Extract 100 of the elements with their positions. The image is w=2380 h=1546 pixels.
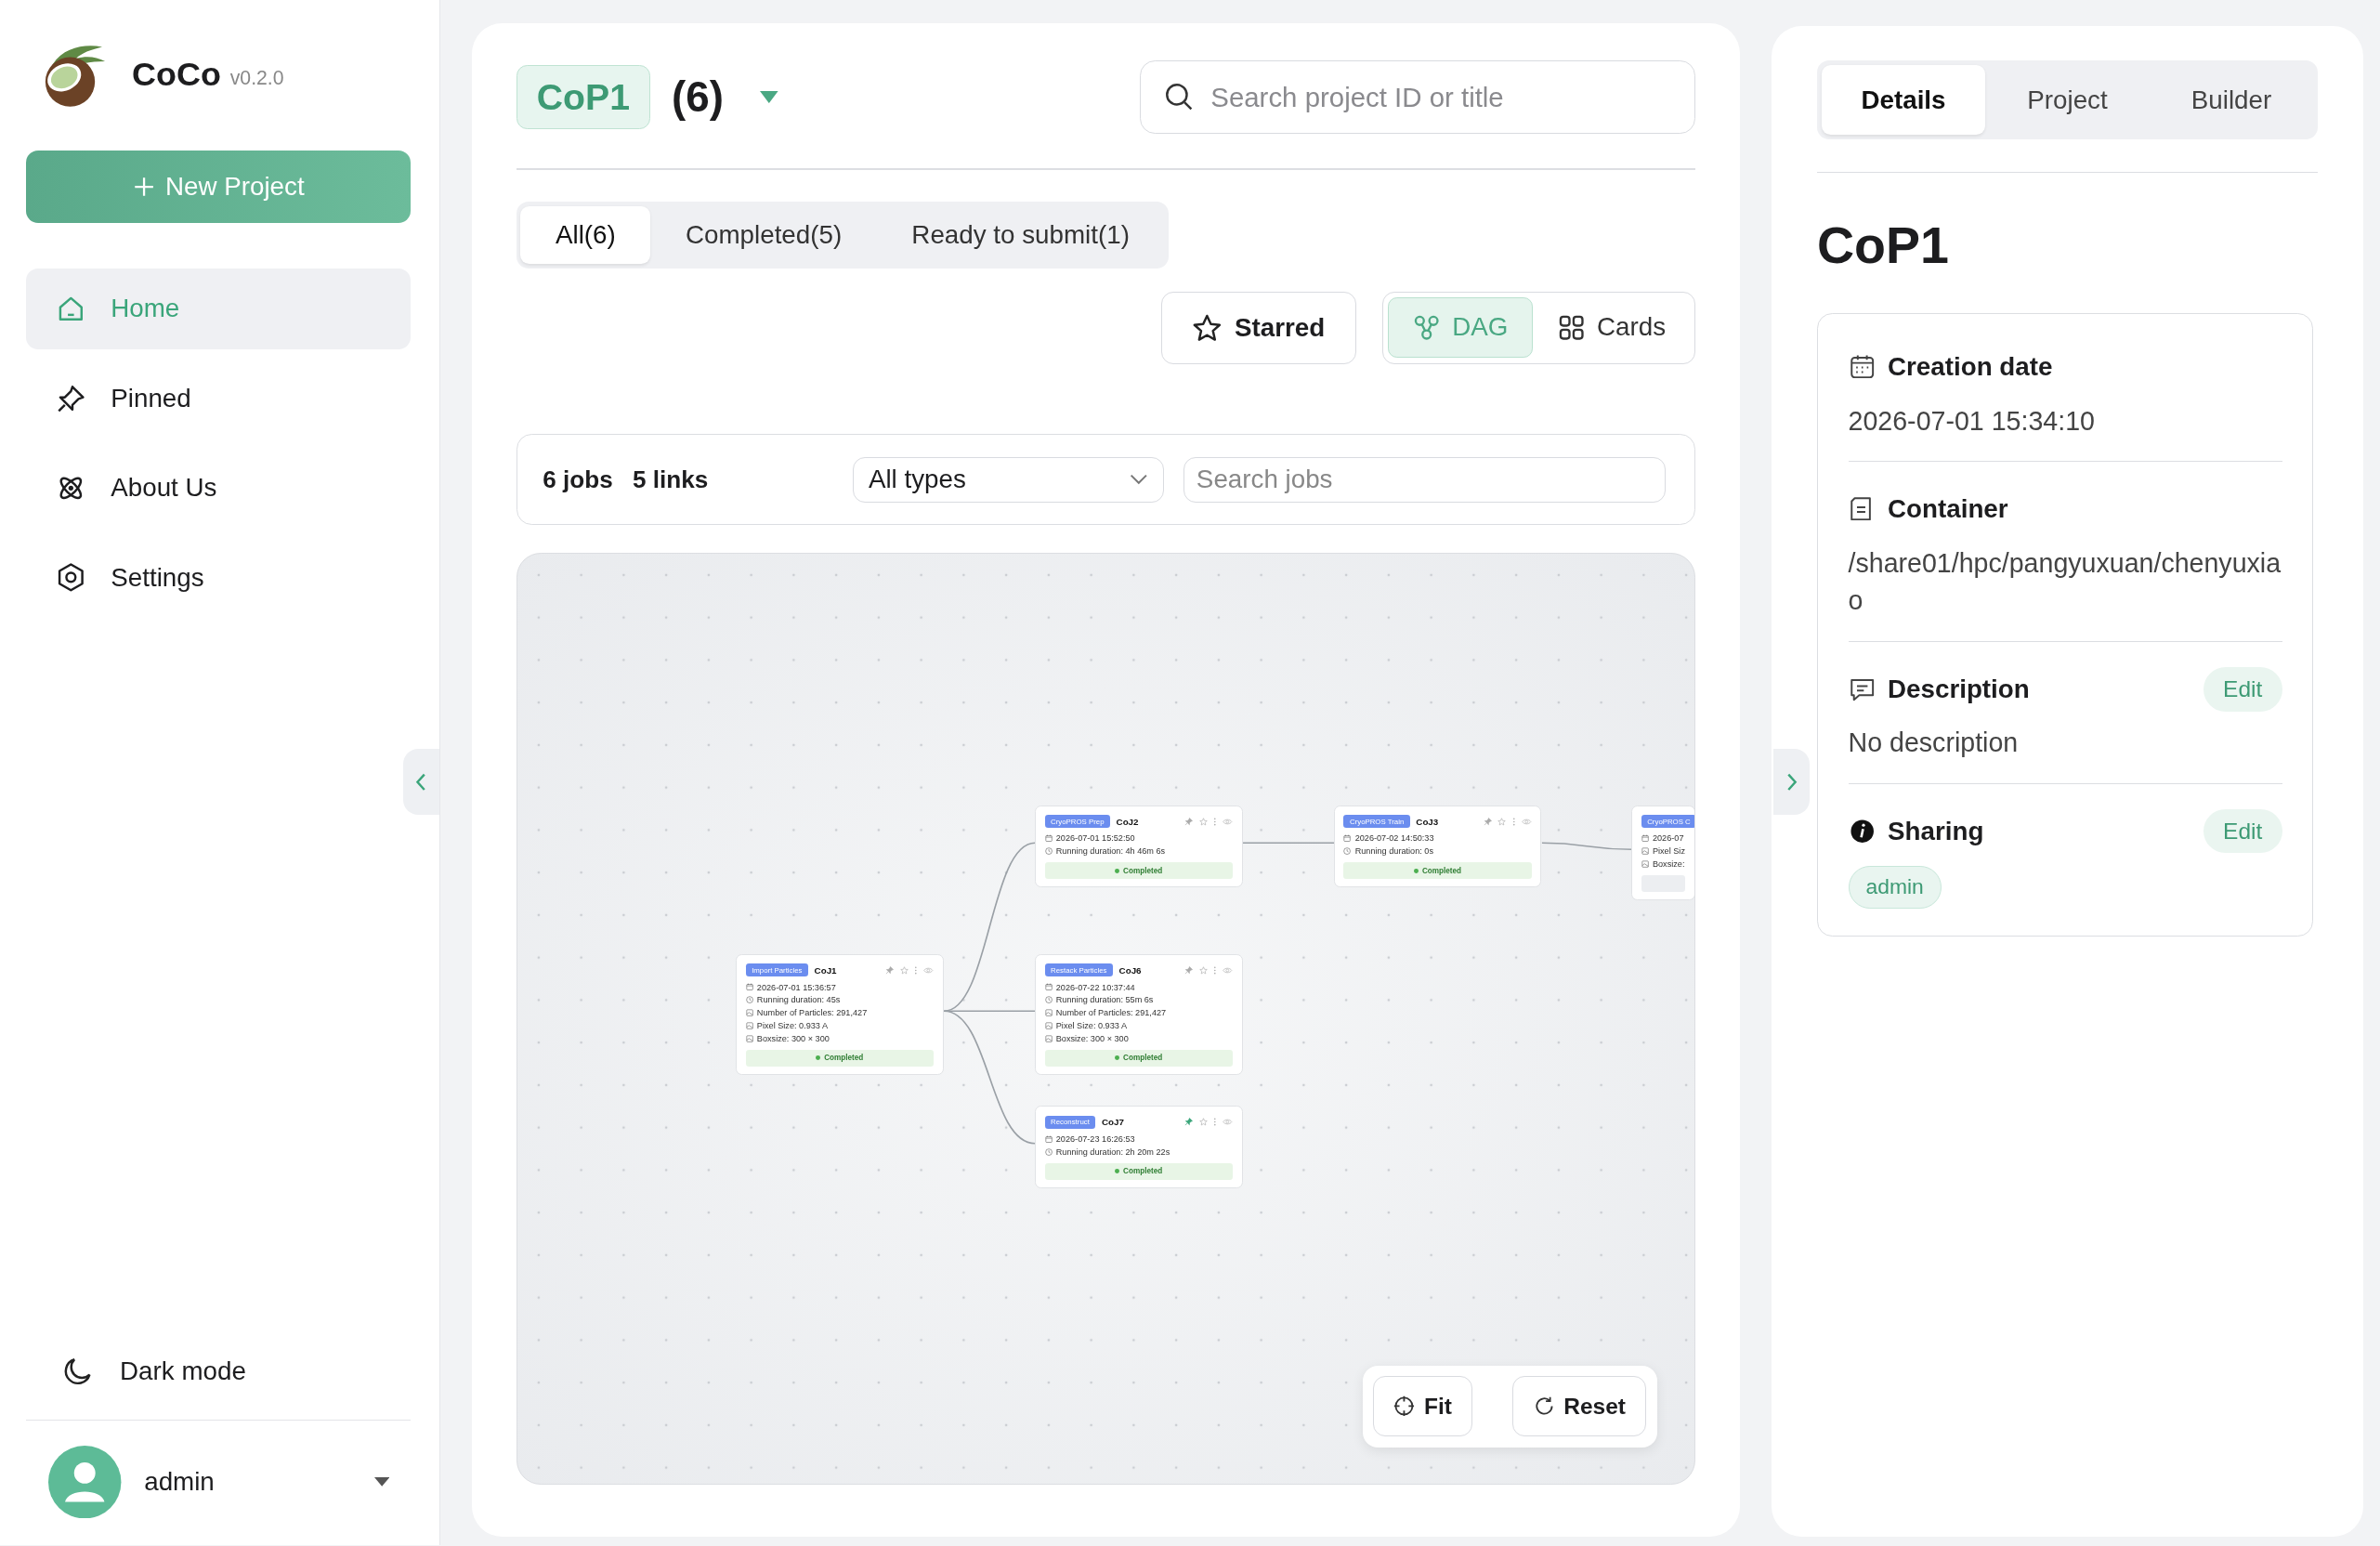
eye-icon[interactable]: [1223, 965, 1233, 975]
crosshair-icon: [1393, 1395, 1416, 1418]
pin-icon[interactable]: [1184, 965, 1193, 975]
star-icon[interactable]: [1198, 817, 1208, 826]
job-detail: Pixel Size: 0.933 A: [756, 1021, 829, 1031]
job-type-tag: Reconstruct: [1044, 1115, 1096, 1129]
dark-mode-toggle[interactable]: Dark mode: [25, 1341, 411, 1422]
job-type-tag: CryoPROS Train: [1343, 815, 1410, 828]
star-icon[interactable]: [1497, 817, 1507, 826]
clock-icon: [1044, 847, 1053, 856]
image-icon: [745, 1022, 753, 1030]
job-detail: Boxsize:: [1652, 859, 1685, 870]
pin-icon[interactable]: [1184, 1118, 1193, 1127]
section-heading: Description: [1888, 674, 2031, 704]
star-icon[interactable]: [899, 965, 909, 975]
user-menu[interactable]: admin: [25, 1421, 411, 1518]
job-type-tag: Restack Particles: [1044, 963, 1114, 977]
job-detail: 2026-07: [1652, 833, 1684, 844]
job-detail: 2026-07-23 16:26:53: [1055, 1133, 1135, 1144]
panel-tab[interactable]: Project: [1985, 65, 2150, 136]
view-toggle[interactable]: Cards: [1533, 296, 1691, 358]
panel-tab[interactable]: Details: [1821, 65, 1986, 136]
project-count: (6): [672, 72, 725, 122]
job-card[interactable]: CryoPROS C 2026-07 Pixel Siz Boxsize:: [1630, 805, 1695, 901]
job-detail: Running duration: 2h 20m 22s: [1055, 1146, 1170, 1157]
filter-tab[interactable]: Ready to submit(1): [876, 206, 1165, 265]
job-title: CoJ3: [1416, 816, 1439, 827]
job-detail: 2026-07-02 14:50:33: [1354, 833, 1434, 844]
job-detail: Running duration: 4h 46m 6s: [1055, 846, 1166, 857]
graph-icon: [1412, 313, 1441, 341]
calendar-icon: [1343, 834, 1352, 843]
job-detail: Boxsize: 300 × 300: [1055, 1034, 1129, 1044]
section-heading: Creation date: [1888, 352, 2054, 382]
job-title: CoJ2: [1116, 816, 1139, 827]
eye-icon[interactable]: [923, 965, 934, 975]
filter-tab[interactable]: Completed(5): [650, 206, 877, 265]
job-detail: Number of Particles: 291,427: [1055, 1008, 1167, 1018]
search-icon: [1164, 82, 1195, 112]
canvas-control-button[interactable]: Fit: [1373, 1376, 1473, 1437]
calendar-icon: [1044, 834, 1053, 843]
pin-icon: [56, 383, 87, 414]
job-title: CoJ7: [1101, 1117, 1124, 1128]
filter-tab[interactable]: All(6): [520, 206, 651, 265]
calendar-icon: [1044, 983, 1053, 991]
section-value: /share01/hpc/pangyuxuan/chenyuxiao: [1848, 546, 2282, 618]
clock-icon: [1044, 996, 1053, 1004]
type-select[interactable]: All types: [852, 456, 1164, 503]
section-heading: Container: [1888, 493, 2009, 524]
avatar-icon: [48, 1445, 122, 1518]
star-icon[interactable]: [1198, 1118, 1208, 1127]
pin-icon[interactable]: [1184, 817, 1193, 826]
nav-item[interactable]: About Us: [25, 447, 411, 529]
more-icon[interactable]: [1511, 817, 1516, 826]
eye-icon[interactable]: [1522, 817, 1532, 826]
starred-button[interactable]: Starred: [1160, 291, 1356, 365]
image-icon: [1044, 1022, 1053, 1030]
eye-icon[interactable]: [1223, 1118, 1233, 1127]
image-icon: [1641, 847, 1649, 856]
grid-icon: [1557, 313, 1585, 341]
job-detail: Boxsize: 300 × 300: [756, 1034, 830, 1044]
panel-tab[interactable]: Builder: [2149, 65, 2314, 136]
caret-icon[interactable]: [760, 91, 778, 104]
image-icon: [1044, 1035, 1053, 1043]
calendar-icon: [1641, 834, 1649, 843]
calendar-icon: [745, 983, 753, 991]
project-name: CoP1: [516, 65, 651, 129]
app-version: v0.2.0: [229, 67, 284, 91]
clock-icon: [1044, 1147, 1053, 1156]
job-type-tag: Import Particles: [745, 963, 809, 977]
star-icon[interactable]: [1198, 965, 1208, 975]
caret-icon: [373, 1476, 389, 1487]
calendar-icon: [1044, 1134, 1053, 1144]
calendar-icon: [1848, 353, 1876, 381]
image-icon: [1641, 860, 1649, 869]
chevron-right-icon: [1785, 772, 1798, 792]
search-field[interactable]: Search project ID or title: [1140, 60, 1696, 134]
job-detail: Running duration: 0s: [1354, 846, 1433, 857]
eye-icon[interactable]: [1223, 817, 1233, 826]
job-detail: Running duration: 45s: [756, 995, 841, 1005]
project-title: CoP1: [1816, 216, 1950, 275]
job-detail: 2026-07-22 10:37:44: [1055, 982, 1135, 992]
job-title: CoJ1: [814, 964, 837, 976]
job-detail: Pixel Siz: [1652, 846, 1685, 857]
nav-item[interactable]: Pinned: [25, 358, 411, 439]
collapse-sidebar-button[interactable]: [402, 748, 439, 816]
job-type-tag: CryoPROS Prep: [1044, 815, 1111, 828]
job-search-field[interactable]: Search jobs: [1183, 456, 1667, 503]
canvas-control-button[interactable]: Reset: [1512, 1376, 1647, 1437]
job-detail: Number of Particles: 291,427: [756, 1008, 868, 1018]
job-detail: 2026-07-01 15:52:50: [1055, 833, 1135, 844]
pin-icon[interactable]: [1483, 817, 1492, 826]
expand-panel-button[interactable]: [1772, 748, 1810, 816]
nav-item[interactable]: Settings: [25, 537, 411, 618]
image-icon: [745, 1035, 753, 1043]
pin-icon[interactable]: [885, 965, 895, 975]
section-value: 2026-07-01 15:34:10: [1848, 404, 2096, 438]
user-tag: admin: [1848, 866, 1942, 909]
section-heading: Sharing: [1888, 816, 1985, 846]
chevron-left-icon: [414, 772, 427, 792]
clock-icon: [745, 996, 753, 1004]
